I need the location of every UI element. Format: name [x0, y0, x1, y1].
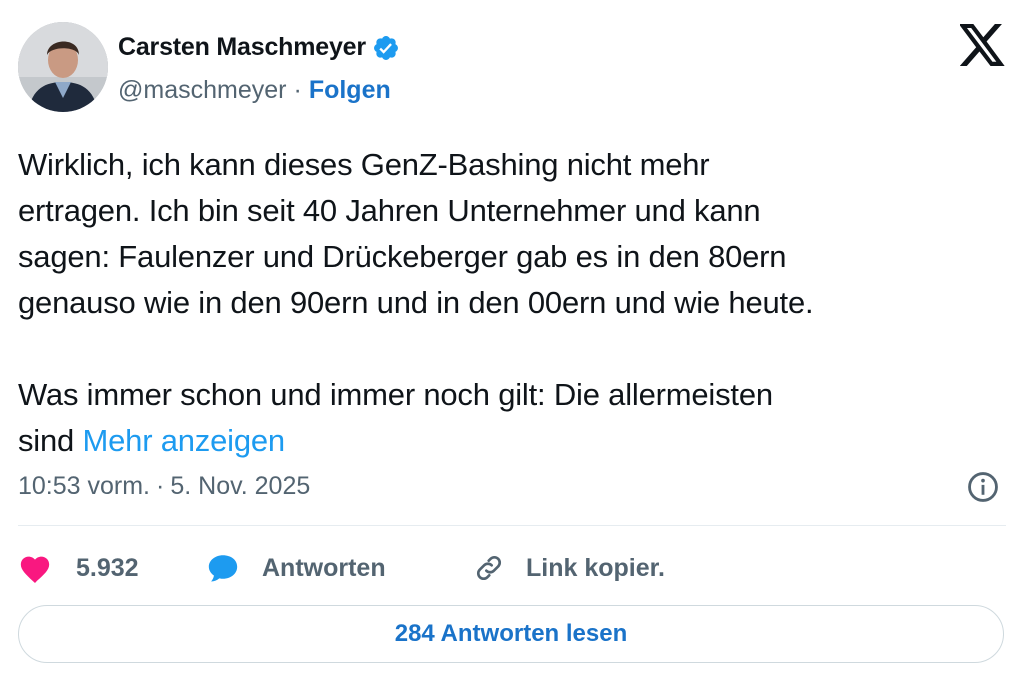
verified-badge-icon	[372, 34, 400, 62]
reply-bubble-icon	[208, 555, 238, 582]
read-replies-label: 284 Antworten lesen	[394, 620, 628, 647]
info-icon[interactable]	[966, 470, 1000, 504]
divider	[18, 525, 1006, 526]
handle-separator: ·	[293, 76, 302, 104]
tweet-body: Wirklich, ich kann dieses GenZ-Bashing n…	[18, 147, 814, 458]
meta-separator: ·	[156, 472, 165, 500]
heart-icon	[20, 556, 50, 584]
avatar[interactable]	[18, 22, 108, 112]
copy-link-label: Link kopier.	[526, 553, 665, 582]
like-count: 5.932	[76, 553, 139, 582]
tweet-date[interactable]: 5. Nov. 2025	[170, 472, 310, 501]
show-more-link[interactable]: Mehr anzeigen	[82, 423, 285, 458]
reply-button[interactable]: Antworten	[206, 552, 430, 584]
author-name[interactable]: Carsten Maschmeyer	[118, 33, 366, 62]
reply-label: Antworten	[262, 553, 386, 582]
handle-row: @maschmeyer · Folgen	[118, 76, 391, 105]
author-handle[interactable]: @maschmeyer	[118, 76, 286, 105]
read-replies-button[interactable]: 284 Antworten lesen	[18, 605, 1004, 663]
copy-link-button[interactable]: Link kopier.	[472, 552, 665, 584]
follow-button[interactable]: Folgen	[309, 76, 391, 105]
tweet-time[interactable]: 10:53 vorm.	[18, 472, 150, 501]
author-name-row: Carsten Maschmeyer	[118, 33, 400, 62]
tweet-text: Wirklich, ich kann dieses GenZ-Bashing n…	[18, 142, 998, 464]
like-button[interactable]: 5.932	[18, 552, 172, 584]
action-bar: 5.932 Antworten Link kopier.	[18, 548, 665, 588]
tweet-meta: 10:53 vorm. · 5. Nov. 2025	[18, 472, 310, 501]
link-icon	[476, 555, 502, 581]
x-logo-icon[interactable]	[958, 24, 1006, 66]
